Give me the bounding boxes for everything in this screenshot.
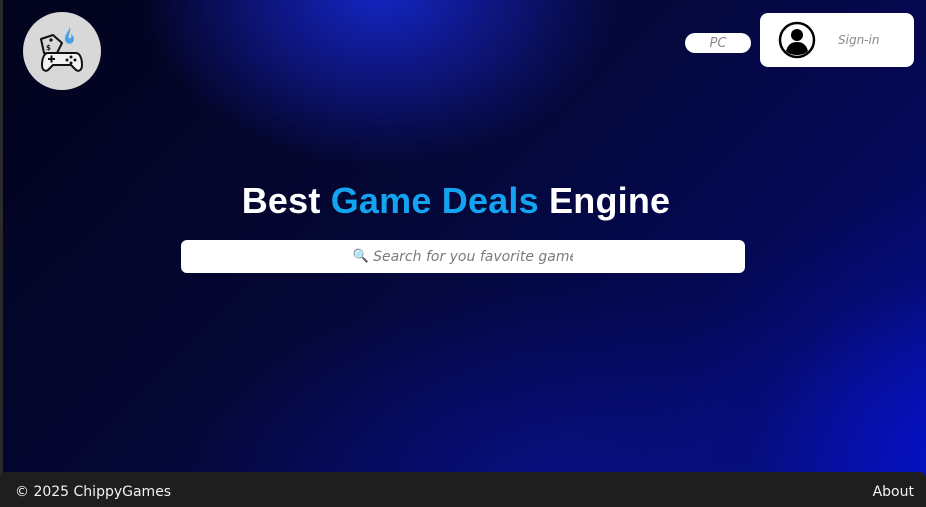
left-edge-divider [0,0,3,507]
sign-in-button[interactable]: Sign-in [760,13,914,67]
hero-title-accent: Game Deals [330,180,539,221]
user-avatar-icon [778,21,816,59]
copyright-text: © 2025 ChippyGames [15,484,172,500]
about-link[interactable]: About [873,484,914,500]
search-input[interactable] [373,248,574,265]
hero-title-part2: Engine [538,180,671,221]
svg-text:$: $ [46,44,51,52]
platform-label: PC [709,35,727,51]
magnifying-glass-icon: 🔍 [352,249,370,264]
game-controller-price-tag-icon: $ [40,27,83,72]
platform-selector[interactable]: PC [685,33,751,53]
hero-title-part1: Best [241,180,331,221]
sign-in-label: Sign-in [838,33,880,47]
footer: © 2025 ChippyGames About [0,472,926,507]
site-logo[interactable]: $ [23,12,101,90]
page: $ PC Sign-in Best Game Deals Engine 🔍 Se… [0,0,926,507]
search-bar[interactable]: 🔍 [181,240,745,273]
hero-title: Best Game Deals Engine [0,180,919,222]
